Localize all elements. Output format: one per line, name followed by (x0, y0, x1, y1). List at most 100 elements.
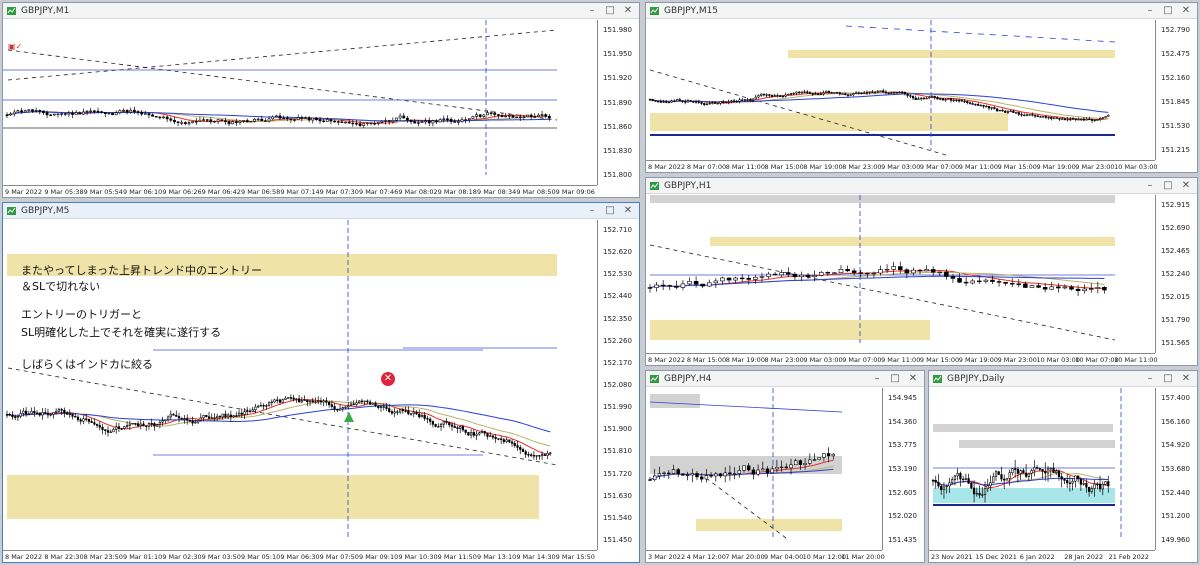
candle-body (8, 414, 11, 416)
candle-body (1029, 285, 1035, 288)
candle-body (249, 121, 253, 123)
candlestick-plot[interactable] (646, 388, 884, 552)
title-bar[interactable]: GBPJPY,Daily – □ ✕ (929, 371, 1197, 387)
candle-body (183, 122, 187, 125)
candle-body (136, 423, 140, 427)
candle-body (76, 416, 80, 421)
chart-window-h1[interactable]: GBPJPY,H1 – □ ✕ 152.915 152.690 152.465 152… (645, 177, 1198, 366)
minimize-icon[interactable]: – (1141, 3, 1159, 19)
candle-body (1014, 468, 1017, 470)
candle-body (265, 405, 268, 407)
candle-body (164, 419, 167, 422)
candle-body (521, 449, 525, 452)
title-bar[interactable]: GBPJPY,M1 – □ ✕ (3, 3, 639, 19)
maximize-icon[interactable]: □ (1159, 371, 1177, 387)
candle-body (111, 112, 114, 116)
trend-line (649, 69, 947, 156)
title-bar[interactable]: GBPJPY,M15 – □ ✕ (646, 3, 1197, 19)
chart-window-h4[interactable]: GBPJPY,H4 – □ ✕ 154.945 154.360 153.775 153… (645, 370, 925, 563)
maximize-icon[interactable]: □ (1159, 178, 1177, 194)
price-chart[interactable]: 152.790 152.475 152.160 151.845 151.530 151.2… (646, 20, 1197, 172)
maximize-icon[interactable]: □ (601, 3, 619, 19)
candle-body (761, 468, 765, 471)
price-tick-label: 153.775 (888, 441, 917, 450)
close-icon[interactable]: ✕ (904, 371, 922, 387)
close-icon[interactable]: ✕ (1177, 3, 1195, 19)
candle-body (1085, 118, 1088, 121)
candle-body (722, 101, 725, 103)
price-chart[interactable]: ▣✓ 151.980 151.950 151.920 151.890 151.860 15… (3, 20, 639, 197)
title-bar[interactable]: GBPJPY,M5 – □ ✕ (3, 203, 639, 219)
maximize-icon[interactable]: □ (886, 371, 904, 387)
candle-body (928, 96, 931, 99)
candle-body (227, 414, 230, 418)
candlestick-plot[interactable] (929, 388, 1157, 552)
price-tick-label: 151.540 (603, 513, 632, 522)
candle-body (895, 92, 898, 94)
close-icon[interactable]: ✕ (619, 203, 637, 219)
candlestick-plot[interactable] (646, 20, 1157, 162)
maximize-icon[interactable]: □ (1159, 3, 1177, 19)
minimize-icon[interactable]: – (868, 371, 886, 387)
candle-body (863, 92, 866, 94)
close-icon[interactable]: ✕ (619, 3, 637, 19)
minimize-icon[interactable]: – (583, 3, 601, 19)
candle-body (467, 432, 470, 436)
candle-body (878, 269, 883, 274)
candle-body (1017, 112, 1020, 115)
candle-body (822, 453, 826, 458)
time-tick-label: 8 Mar 15:00 (764, 163, 804, 171)
chart-window-daily[interactable]: GBPJPY,Daily – □ ✕ 157.400 156.160 154.920… (928, 370, 1198, 563)
candle-body (948, 482, 951, 487)
price-chart[interactable]: またやってしまった上昇トレンド中のエントリー ＆SLで切れない エントリーのトリ… (3, 220, 639, 562)
candle-body (318, 119, 322, 122)
candle-body (987, 105, 991, 109)
candlestick-plot[interactable] (3, 20, 599, 187)
buy-entry-arrow-icon[interactable] (344, 412, 354, 422)
candle-body (1061, 118, 1064, 120)
minimize-icon[interactable]: – (583, 203, 601, 219)
candle-body (1020, 114, 1023, 116)
minimize-icon[interactable]: – (1141, 371, 1159, 387)
candle-body (44, 412, 47, 414)
candle-body (16, 110, 20, 113)
candle-body (776, 95, 779, 97)
candle-body (654, 284, 659, 288)
candle-body (198, 119, 202, 122)
price-chart[interactable]: 154.945 154.360 153.775 153.190 152.605 152.0… (646, 388, 924, 562)
chart-window-m15[interactable]: GBPJPY,M15 – □ ✕ 152.790 152.475 152.160 15… (645, 2, 1198, 173)
candle-body (832, 272, 837, 274)
candle-body (295, 398, 298, 400)
candle-body (150, 422, 153, 425)
candle-body (303, 399, 306, 401)
candle-body (937, 271, 943, 274)
maximize-icon[interactable]: □ (601, 203, 619, 219)
chart-window-m5[interactable]: GBPJPY,M5 – □ ✕ またやってしまった上昇トレンド中のエントリー ＆… (2, 202, 640, 563)
price-chart[interactable]: 152.915 152.690 152.465 152.240 152.015 151.7… (646, 195, 1197, 365)
title-bar[interactable]: GBPJPY,H4 – □ ✕ (646, 371, 924, 387)
chart-window-m1[interactable]: GBPJPY,M1 – □ ✕ ▣✓ 151.980 151.950 151.920… (2, 2, 640, 198)
candle-body (232, 415, 235, 418)
candle-body (865, 91, 869, 94)
close-icon[interactable]: ✕ (1177, 178, 1195, 194)
candle-body (1009, 110, 1012, 113)
price-chart[interactable]: 157.400 156.160 154.920 153.680 152.440 151.2… (929, 388, 1197, 562)
minimize-icon[interactable]: – (1141, 178, 1159, 194)
close-icon[interactable]: ✕ (1177, 371, 1195, 387)
candle-body (322, 120, 326, 123)
candle-body (471, 116, 475, 119)
candle-body (1031, 114, 1034, 116)
candle-body (953, 475, 957, 480)
price-tick-label: 151.530 (1161, 122, 1190, 130)
zone-rect (959, 440, 1115, 448)
title-bar[interactable]: GBPJPY,H1 – □ ✕ (646, 178, 1197, 194)
candle-body (56, 113, 60, 115)
candle-body (757, 95, 760, 98)
candle-body (1063, 118, 1067, 121)
candle-body (304, 117, 307, 119)
candle-body (355, 123, 358, 125)
close-trade-icon[interactable]: ✕ (381, 372, 395, 386)
candlestick-plot[interactable] (646, 195, 1157, 355)
candle-body (898, 91, 901, 94)
price-tick-label: 151.990 (603, 403, 632, 412)
